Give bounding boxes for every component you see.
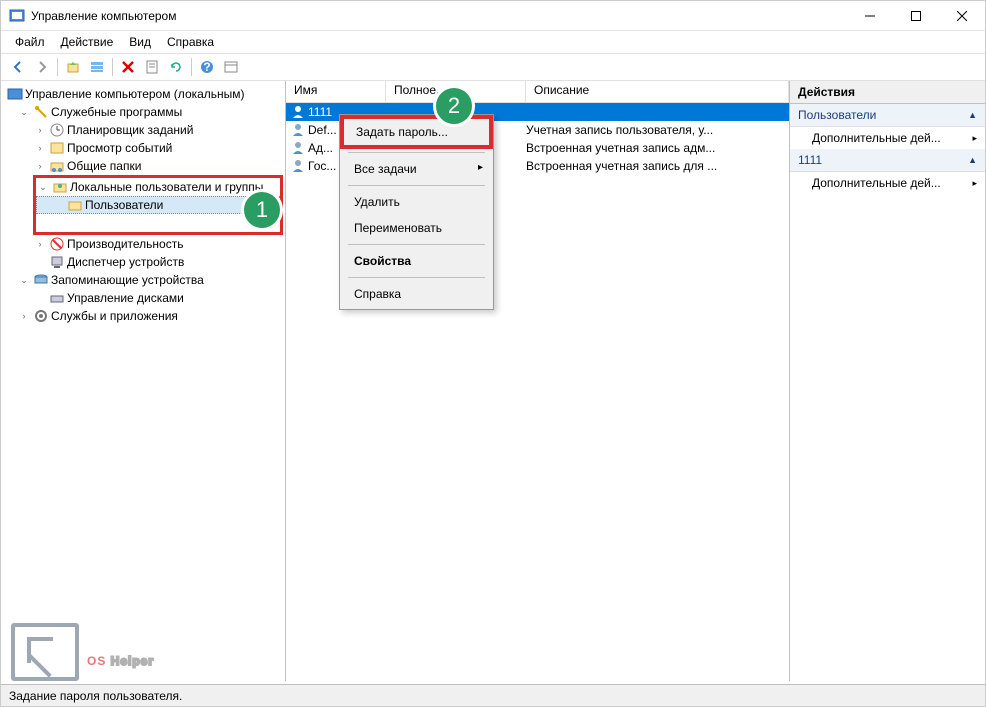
actions-pane: Действия Пользователи▲ Дополнительные де… <box>790 81 985 681</box>
context-menu: Задать пароль... Все задачи Удалить Пере… <box>339 114 494 310</box>
performance-icon <box>49 236 65 252</box>
forward-button[interactable] <box>31 56 53 78</box>
tools-icon <box>33 104 49 120</box>
menu-action[interactable]: Действие <box>53 33 122 51</box>
help-icon[interactable]: ? <box>196 56 218 78</box>
properties-icon[interactable] <box>141 56 163 78</box>
tree-event-viewer[interactable]: › Просмотр событий <box>1 139 285 157</box>
expand-icon[interactable]: › <box>33 141 47 155</box>
user-icon <box>290 158 306 174</box>
titlebar: Управление компьютером <box>1 1 985 31</box>
list-header: Имя Полное... Описание <box>286 81 789 103</box>
expand-icon[interactable]: › <box>33 237 47 251</box>
status-text: Задание пароля пользователя. <box>9 689 182 703</box>
services-icon <box>33 308 49 324</box>
tree-storage[interactable]: ⌄ Запоминающие устройства <box>1 271 285 289</box>
tree-performance[interactable]: › Производительность <box>1 235 285 253</box>
storage-icon <box>33 272 49 288</box>
window-title: Управление компьютером <box>31 9 847 23</box>
actions-more-selected[interactable]: Дополнительные дей...▸ <box>790 172 985 194</box>
clock-icon <box>49 122 65 138</box>
annotation-badge-2: 2 <box>433 85 475 127</box>
actions-more-users[interactable]: Дополнительные дей...▸ <box>790 127 985 149</box>
close-button[interactable] <box>939 1 985 31</box>
actions-header: Действия <box>790 81 985 104</box>
tree-pane: Управление компьютером (локальным) ⌄ Слу… <box>1 81 286 681</box>
actions-section-selected[interactable]: 1111▲ <box>790 149 985 172</box>
minimize-button[interactable] <box>847 1 893 31</box>
ctx-all-tasks[interactable]: Все задачи <box>342 156 491 182</box>
expand-icon[interactable]: › <box>33 159 47 173</box>
arrow-right-icon: ▸ <box>972 178 977 189</box>
user-icon <box>290 140 306 156</box>
column-name[interactable]: Имя <box>286 81 386 102</box>
refresh-icon[interactable] <box>165 56 187 78</box>
computer-mgmt-icon <box>7 86 23 102</box>
menu-file[interactable]: Файл <box>7 33 53 51</box>
tree-device-manager[interactable]: Диспетчер устройств <box>1 253 285 271</box>
actions-section-users[interactable]: Пользователи▲ <box>790 104 985 127</box>
tree-shared-folders[interactable]: › Общие папки <box>1 157 285 175</box>
back-button[interactable] <box>7 56 29 78</box>
collapse-icon: ▲ <box>968 110 977 120</box>
event-icon <box>49 140 65 156</box>
statusbar: Задание пароля пользователя. <box>1 684 985 706</box>
expand-icon[interactable]: › <box>33 123 47 137</box>
tree-task-scheduler[interactable]: › Планировщик заданий <box>1 121 285 139</box>
collapse-icon[interactable]: ⌄ <box>17 105 31 119</box>
arrow-right-icon: ▸ <box>972 133 977 144</box>
menubar: Файл Действие Вид Справка <box>1 31 985 53</box>
user-icon <box>290 104 306 120</box>
menu-view[interactable]: Вид <box>121 33 159 51</box>
svg-text:?: ? <box>203 60 210 74</box>
app-icon <box>9 8 25 24</box>
tree-root[interactable]: Управление компьютером (локальным) <box>1 85 285 103</box>
delete-icon[interactable] <box>117 56 139 78</box>
toolbar: ? <box>1 53 985 81</box>
menu-help[interactable]: Справка <box>159 33 222 51</box>
shared-folder-icon <box>49 158 65 174</box>
ctx-help[interactable]: Справка <box>342 281 491 307</box>
collapse-icon[interactable]: ⌄ <box>17 273 31 287</box>
props-icon[interactable] <box>86 56 108 78</box>
annotation-badge-1: 1 <box>241 189 283 231</box>
user-icon <box>290 122 306 138</box>
ctx-set-password[interactable]: Задать пароль... <box>344 119 489 145</box>
column-description[interactable]: Описание <box>526 81 789 102</box>
disk-icon <box>49 290 65 306</box>
device-icon <box>49 254 65 270</box>
ctx-delete[interactable]: Удалить <box>342 189 491 215</box>
ctx-rename[interactable]: Переименовать <box>342 215 491 241</box>
up-button[interactable] <box>62 56 84 78</box>
tree-local-users[interactable]: ⌄ Локальные пользователи и группы <box>36 178 280 196</box>
list-icon[interactable] <box>220 56 242 78</box>
folder-icon <box>67 197 83 213</box>
expand-icon[interactable]: › <box>17 309 31 323</box>
tree-disk-management[interactable]: Управление дисками <box>1 289 285 307</box>
collapse-icon: ▲ <box>968 155 977 165</box>
tree-system-tools[interactable]: ⌄ Служебные программы <box>1 103 285 121</box>
ctx-properties[interactable]: Свойства <box>342 248 491 274</box>
users-folder-icon <box>52 179 68 195</box>
tree-services[interactable]: › Службы и приложения <box>1 307 285 325</box>
maximize-button[interactable] <box>893 1 939 31</box>
collapse-icon[interactable]: ⌄ <box>36 180 50 194</box>
